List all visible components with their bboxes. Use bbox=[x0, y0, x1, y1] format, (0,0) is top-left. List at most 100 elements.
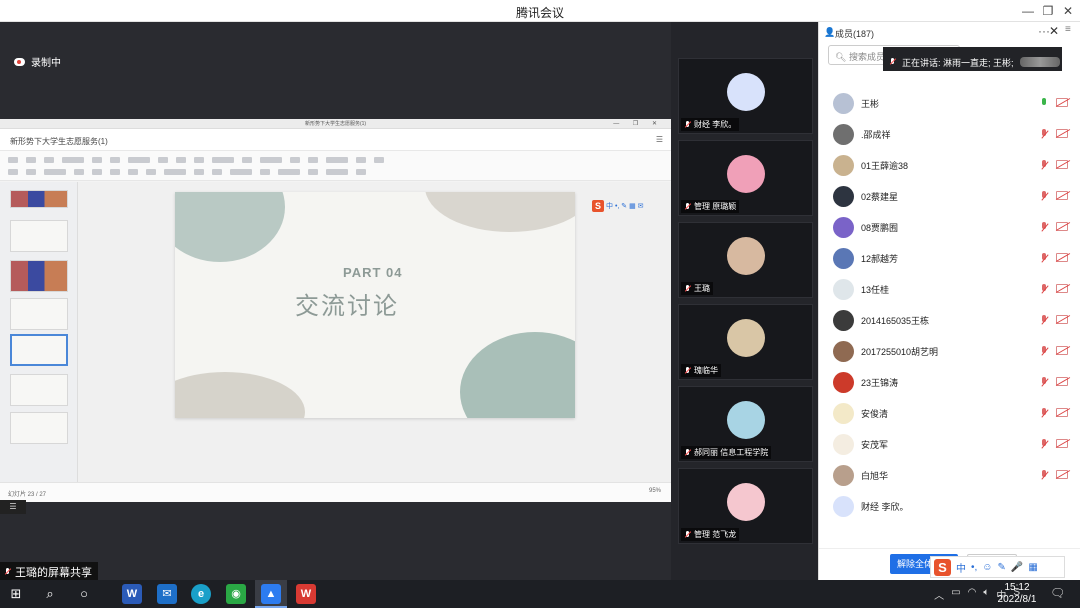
member-row[interactable]: 2017255010胡艺明 bbox=[819, 336, 1080, 367]
camera-off-icon[interactable] bbox=[1056, 160, 1068, 169]
avatar bbox=[727, 155, 765, 193]
ime-floating-toolbar[interactable]: S 中 •, ☺ ✎ 🎤 ▦ bbox=[930, 556, 1065, 578]
ribbon-row-top bbox=[8, 157, 663, 165]
avatar bbox=[833, 155, 854, 176]
tencent-meeting-app-icon[interactable]: ▲ bbox=[261, 584, 281, 604]
battery-icon[interactable]: ▭ bbox=[951, 587, 960, 602]
mic-off-icon[interactable] bbox=[1040, 129, 1048, 140]
avatar bbox=[833, 217, 854, 238]
volume-icon[interactable]: 🔈︎ bbox=[983, 587, 989, 602]
avatar bbox=[833, 403, 854, 424]
member-row[interactable]: 02蔡建星 bbox=[819, 181, 1080, 212]
close-button[interactable]: ✕ bbox=[1057, 2, 1079, 20]
member-row[interactable]: 23王锦涛 bbox=[819, 367, 1080, 398]
member-row[interactable]: 白旭华 bbox=[819, 460, 1080, 491]
slide-thumbnail bbox=[10, 220, 68, 252]
member-row[interactable]: .邵成祥 bbox=[819, 119, 1080, 150]
mic-off-icon[interactable] bbox=[1040, 160, 1048, 171]
mic-off-icon[interactable] bbox=[1040, 346, 1048, 357]
microphone-icon[interactable]: 🎤 bbox=[1011, 562, 1023, 573]
grid-icon[interactable]: ▦ bbox=[1028, 562, 1037, 573]
camera-off-icon[interactable] bbox=[1056, 315, 1068, 324]
edge-browser-icon[interactable]: e bbox=[191, 584, 211, 604]
video-tile[interactable]: 财经 李欣。 bbox=[678, 58, 813, 134]
wechat-app-icon[interactable]: ◉ bbox=[226, 584, 246, 604]
recording-label: 录制中 bbox=[31, 58, 61, 69]
tile-name-label: 管理 范飞龙 bbox=[681, 528, 740, 541]
video-tile[interactable]: 王璐 bbox=[678, 222, 813, 298]
wifi-icon[interactable]: ◠ bbox=[968, 587, 977, 602]
close-panel-icon[interactable]: ✕ bbox=[1049, 24, 1059, 38]
wps-app-icon[interactable]: W bbox=[296, 584, 316, 604]
avatar bbox=[833, 310, 854, 331]
camera-off-icon[interactable] bbox=[1056, 191, 1068, 200]
mic-off-icon[interactable] bbox=[1040, 439, 1048, 450]
menu-icon[interactable]: ≡ bbox=[1065, 24, 1071, 35]
mic-off-icon[interactable] bbox=[1040, 191, 1048, 202]
mic-off-icon[interactable] bbox=[1040, 408, 1048, 419]
camera-off-icon[interactable] bbox=[1056, 98, 1068, 107]
mic-off-icon[interactable] bbox=[1040, 315, 1048, 326]
pen-icon[interactable]: ✎ bbox=[998, 562, 1006, 573]
video-tile[interactable]: 管理 范飞龙 bbox=[678, 468, 813, 544]
member-row[interactable]: 安茂军 bbox=[819, 429, 1080, 460]
member-row[interactable]: 安俊清 bbox=[819, 398, 1080, 429]
clock-date: 2022/8/1 bbox=[997, 594, 1037, 605]
ime-chinese-icon[interactable]: 中 bbox=[956, 560, 966, 575]
tray-chevron-icon[interactable]: ︿ bbox=[934, 587, 944, 602]
mic-on-icon[interactable] bbox=[1040, 98, 1048, 109]
mic-muted-icon bbox=[684, 530, 691, 539]
notification-icon[interactable]: 🗨︎ bbox=[1050, 586, 1065, 600]
member-row[interactable]: 13任桂 bbox=[819, 274, 1080, 305]
minimize-button[interactable]: — bbox=[1017, 2, 1039, 20]
member-name: 财经 李欣。 bbox=[861, 502, 909, 512]
mic-off-icon[interactable] bbox=[1040, 470, 1048, 481]
mic-off-icon[interactable] bbox=[1040, 284, 1048, 295]
recording-indicator[interactable]: 录制中 bbox=[14, 54, 61, 69]
camera-off-icon[interactable] bbox=[1056, 222, 1068, 231]
camera-off-icon[interactable] bbox=[1056, 408, 1068, 417]
slide-thumbnail bbox=[10, 298, 68, 330]
restore-button[interactable]: ❐ bbox=[1037, 2, 1059, 20]
slide-thumbnail-selected bbox=[10, 334, 68, 366]
camera-off-icon[interactable] bbox=[1056, 253, 1068, 262]
member-row[interactable]: 01王薛逾38 bbox=[819, 150, 1080, 181]
cloud-record-icon bbox=[14, 57, 25, 66]
camera-off-icon[interactable] bbox=[1056, 346, 1068, 355]
mail-app-icon[interactable]: ✉ bbox=[157, 584, 177, 604]
avatar bbox=[833, 434, 854, 455]
mic-off-icon[interactable] bbox=[1040, 253, 1048, 264]
shared-screen[interactable]: 新形势下大学生志愿服务(1) — ❐ ✕ 新形势下大学生志愿服务(1) ☰ PA… bbox=[0, 119, 671, 502]
emoji-icon[interactable]: ☺ bbox=[982, 562, 992, 573]
task-view-icon[interactable]: ○ bbox=[72, 584, 96, 604]
mic-off-icon[interactable] bbox=[1040, 222, 1048, 233]
mic-off-icon[interactable] bbox=[1040, 377, 1048, 388]
mic-muted-icon bbox=[684, 284, 691, 293]
ime-punct-icon[interactable]: •, bbox=[971, 562, 977, 573]
slide-canvas: PART 04 交流讨论 S 中 •, ✎ ▦ ✉ bbox=[78, 182, 671, 482]
avatar bbox=[833, 124, 854, 145]
camera-off-icon[interactable] bbox=[1056, 470, 1068, 479]
start-windows-icon[interactable]: ⊞ bbox=[4, 584, 28, 604]
member-name: 白旭华 bbox=[861, 471, 889, 481]
video-tile[interactable]: 瑰临华 bbox=[678, 304, 813, 380]
member-row[interactable]: 王彬 bbox=[819, 88, 1080, 119]
video-tile[interactable]: 郝同丽 信息工程学院 bbox=[678, 386, 813, 462]
word-app-icon[interactable]: W bbox=[122, 584, 142, 604]
ime-toolbar: S 中 •, ✎ ▦ ✉ bbox=[592, 200, 644, 212]
system-clock[interactable]: 15:12 2022/8/1 bbox=[994, 582, 1040, 606]
shape-decoration bbox=[175, 372, 305, 418]
member-row[interactable]: 08贾鹏囿 bbox=[819, 212, 1080, 243]
member-row[interactable]: 12郝越芳 bbox=[819, 243, 1080, 274]
search-icon[interactable]: ⌕ bbox=[38, 584, 62, 604]
member-name: 2017255010胡艺明 bbox=[861, 347, 939, 357]
share-toggle-icon[interactable]: ☰ bbox=[0, 500, 26, 514]
camera-off-icon[interactable] bbox=[1056, 129, 1068, 138]
camera-off-icon[interactable] bbox=[1056, 439, 1068, 448]
video-tile[interactable]: 管理 原璐颖 bbox=[678, 140, 813, 216]
camera-off-icon[interactable] bbox=[1056, 377, 1068, 386]
camera-off-icon[interactable] bbox=[1056, 284, 1068, 293]
member-row[interactable]: 财经 李欣。 bbox=[819, 491, 1080, 522]
member-row[interactable]: 2014165035王栋 bbox=[819, 305, 1080, 336]
slide-count: 幻灯片 23 / 27 bbox=[8, 492, 47, 498]
